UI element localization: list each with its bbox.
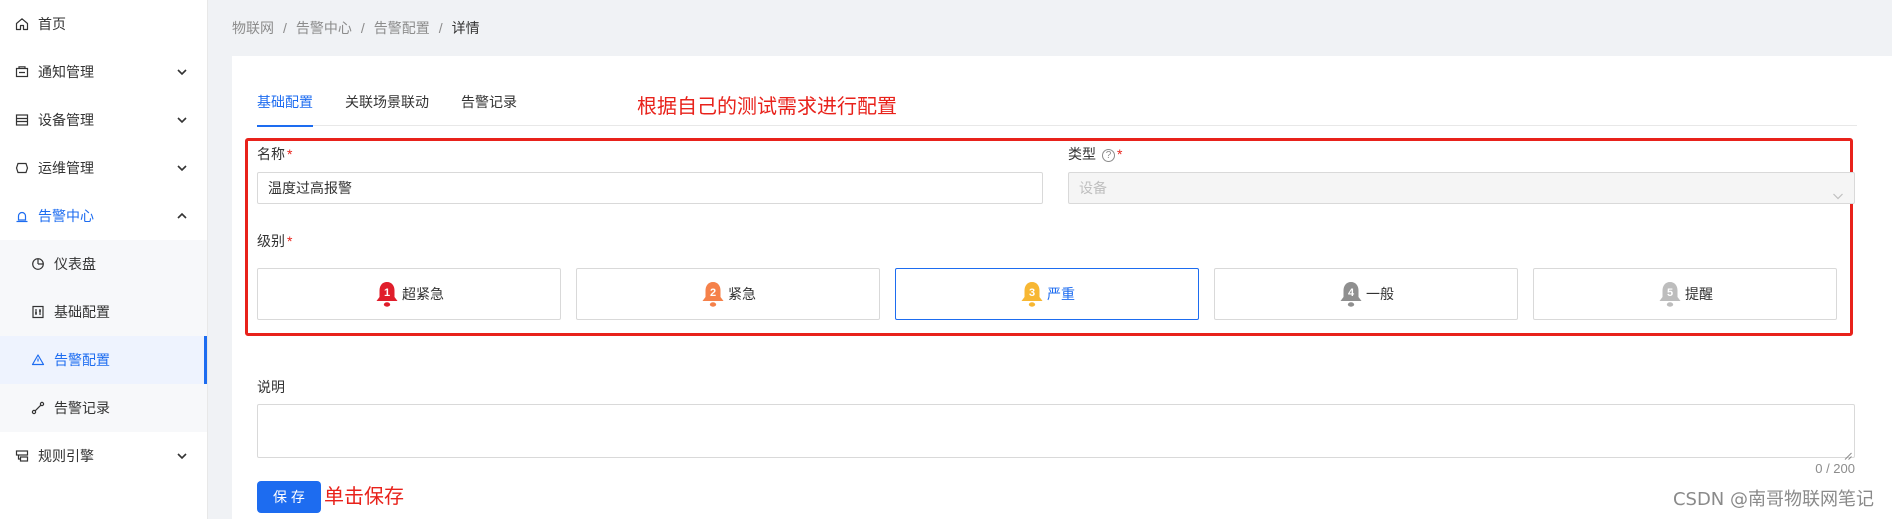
level-option-1[interactable]: 1 超紧急 — [257, 268, 561, 320]
tab-bar: 基础配置 关联场景联动 告警记录 — [257, 94, 1857, 127]
breadcrumb-separator: / — [360, 20, 365, 36]
sidebar-item-label: 仪表盘 — [54, 256, 96, 272]
sidebar-item-rule-engine[interactable]: 规则引擎 — [0, 432, 207, 480]
required-mark: * — [287, 146, 293, 162]
sidebar-item-label: 首页 — [38, 16, 66, 32]
notice-icon — [14, 64, 30, 80]
bell-icon: 1 — [374, 280, 400, 308]
sidebar-item-label: 告警中心 — [38, 208, 94, 224]
tab-basic-config[interactable]: 基础配置 — [257, 94, 313, 127]
description-textarea[interactable] — [257, 404, 1855, 460]
chevron-up-icon — [175, 209, 189, 223]
annotation-save: 单击保存 — [324, 484, 404, 508]
sidebar-item-label: 通知管理 — [38, 64, 94, 80]
sidebar-item-device[interactable]: 设备管理 — [0, 96, 207, 144]
device-icon — [14, 112, 30, 128]
bell-icon: 3 — [1019, 280, 1045, 308]
pie-chart-icon — [30, 256, 46, 272]
save-button[interactable]: 保 存 — [257, 481, 321, 513]
breadcrumb: 物联网 / 告警中心 / 告警配置 / 详情 — [232, 18, 480, 38]
level-number: 2 — [710, 287, 716, 299]
help-icon[interactable]: ? — [1102, 149, 1115, 162]
level-option-label: 提醒 — [1685, 286, 1713, 302]
chevron-down-icon — [1832, 182, 1844, 200]
breadcrumb-separator: / — [438, 20, 443, 36]
sidebar-item-basic-config[interactable]: 基础配置 — [0, 288, 207, 336]
warning-icon — [30, 352, 46, 368]
ops-icon — [14, 160, 30, 176]
sidebar-item-alarm-center[interactable]: 告警中心 — [0, 192, 207, 240]
alarm-icon — [14, 208, 30, 224]
level-number: 1 — [384, 287, 390, 299]
rule-icon — [14, 448, 30, 464]
sidebar-item-alarm-config[interactable]: 告警配置 — [0, 336, 207, 384]
detail-card: 基础配置 关联场景联动 告警记录 根据自己的测试需求进行配置 名称 * 温度过高报… — [232, 56, 1892, 519]
level-number: 3 — [1029, 287, 1035, 299]
watermark: CSDN @南哥物联网笔记 — [1672, 489, 1874, 510]
required-mark: * — [287, 233, 293, 249]
type-select[interactable]: 设备 — [1068, 172, 1855, 204]
level-number: 5 — [1667, 287, 1673, 299]
bell-icon: 4 — [1338, 280, 1364, 308]
breadcrumb-link-iot[interactable]: 物联网 — [232, 18, 274, 38]
level-option-label: 一般 — [1366, 286, 1394, 302]
required-mark: * — [1117, 146, 1123, 162]
record-icon — [30, 400, 46, 416]
sidebar-item-label: 设备管理 — [38, 112, 94, 128]
name-label: 名称 * — [257, 144, 292, 164]
chevron-down-icon — [175, 161, 189, 175]
type-label: 类型? * — [1068, 144, 1122, 164]
name-label-text: 名称 — [257, 146, 285, 162]
sidebar-item-notice[interactable]: 通知管理 — [0, 48, 207, 96]
bell-icon: 5 — [1657, 280, 1683, 308]
level-option-3[interactable]: 3 严重 — [895, 268, 1199, 320]
type-label-text: 类型 — [1068, 146, 1096, 162]
sidebar-item-alarm-record[interactable]: 告警记录 — [0, 384, 207, 432]
breadcrumb-separator: / — [283, 20, 287, 36]
type-select-value: 设备 — [1079, 180, 1107, 196]
sidebar-item-label: 告警记录 — [54, 400, 110, 416]
level-label-text: 级别 — [257, 233, 285, 249]
description-counter: 0 / 200 — [1815, 461, 1855, 476]
level-number: 4 — [1348, 287, 1355, 299]
resize-handle-icon[interactable] — [1844, 447, 1852, 460]
sidebar-item-label: 规则引擎 — [38, 448, 94, 464]
level-option-4[interactable]: 4 一般 — [1214, 268, 1518, 320]
home-icon — [14, 16, 30, 32]
level-option-label: 超紧急 — [402, 286, 444, 302]
tab-alarm-record[interactable]: 告警记录 — [461, 94, 517, 126]
annotation-top: 根据自己的测试需求进行配置 — [637, 94, 897, 118]
sidebar-item-label: 基础配置 — [54, 304, 110, 320]
chevron-down-icon — [175, 113, 189, 127]
tab-linked-scene[interactable]: 关联场景联动 — [345, 94, 429, 126]
level-option-5[interactable]: 5 提醒 — [1533, 268, 1837, 320]
sidebar-item-dashboard[interactable]: 仪表盘 — [0, 240, 207, 288]
level-option-label: 紧急 — [728, 286, 756, 302]
level-options: 1 超紧急 2 紧急 3 严重 4 一般 5 提醒 — [257, 268, 1837, 320]
chevron-down-icon — [175, 65, 189, 79]
sidebar: 首页 通知管理 设备管理 运维管理 告警中心 仪表盘 基础配置 告警配置 告警记… — [0, 0, 208, 519]
name-input[interactable]: 温度过高报警 — [257, 172, 1043, 204]
level-option-label: 严重 — [1047, 286, 1075, 302]
level-label: 级别 * — [257, 231, 292, 251]
bell-icon: 2 — [700, 280, 726, 308]
description-label: 说明 — [257, 379, 285, 395]
alarm-submenu: 仪表盘 基础配置 告警配置 告警记录 — [0, 240, 207, 432]
sidebar-item-label: 运维管理 — [38, 160, 94, 176]
breadcrumb-link-alarm-center[interactable]: 告警中心 — [296, 18, 352, 38]
breadcrumb-current: 详情 — [451, 20, 480, 36]
config-icon — [30, 304, 46, 320]
breadcrumb-link-alarm-config[interactable]: 告警配置 — [374, 18, 430, 38]
sidebar-item-label: 告警配置 — [54, 352, 110, 368]
level-option-2[interactable]: 2 紧急 — [576, 268, 880, 320]
chevron-down-icon — [175, 449, 189, 463]
sidebar-item-ops[interactable]: 运维管理 — [0, 144, 207, 192]
sidebar-item-home[interactable]: 首页 — [0, 0, 207, 48]
name-input-value: 温度过高报警 — [268, 180, 352, 196]
